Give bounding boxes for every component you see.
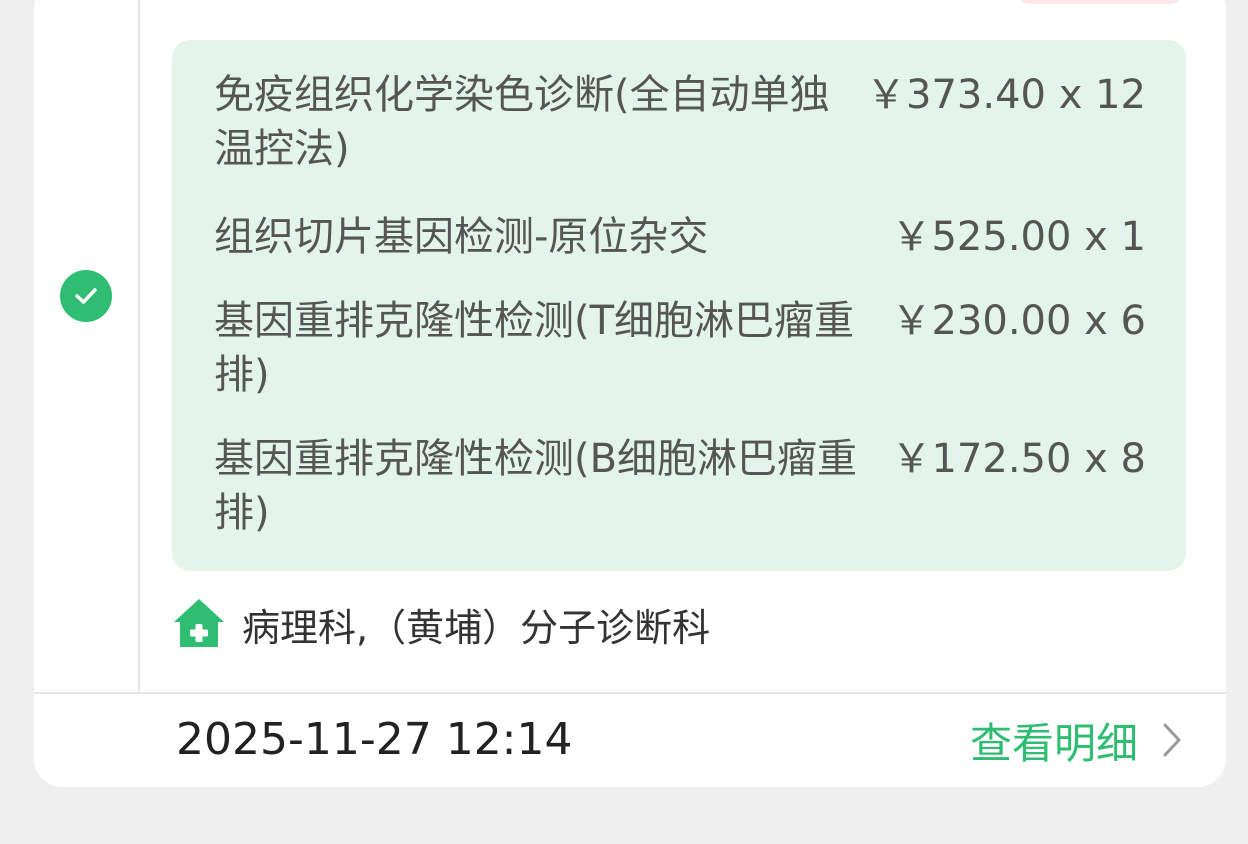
department-label: 病理科,（黄埔）分子诊断科	[242, 605, 711, 650]
item-price: ￥525.00 x 1	[891, 214, 1146, 260]
chevron-right-icon[interactable]	[1162, 722, 1182, 758]
list-item: 基因重排克隆性检测(T细胞淋巴瘤重排) ￥230.00 x 6	[214, 294, 1146, 402]
view-details-label[interactable]: 查看明细	[970, 710, 1138, 771]
item-name: 免疫组织化学染色诊断(全自动单独温控法)	[214, 72, 830, 172]
item-price: ￥230.00 x 6	[891, 298, 1146, 344]
order-card: 免疫组织化学染色诊断(全自动单独温控法) ￥373.40 x 12 组织切片基因…	[34, 0, 1226, 787]
hospital-icon	[172, 595, 226, 653]
item-name: 组织切片基因检测-原位杂交	[214, 214, 709, 260]
order-datetime: 2025-11-27 12:14	[176, 714, 573, 765]
status-tag	[1016, 0, 1184, 4]
list-item: 组织切片基因检测-原位杂交 ￥525.00 x 1	[214, 210, 1146, 264]
divider	[34, 692, 1226, 694]
view-details-link[interactable]: 查看明细	[970, 712, 1182, 768]
check-icon	[60, 270, 112, 322]
items-list: 免疫组织化学染色诊断(全自动单独温控法) ￥373.40 x 12 组织切片基因…	[172, 40, 1186, 571]
list-item: 免疫组织化学染色诊断(全自动单独温控法) ￥373.40 x 12	[214, 68, 1146, 176]
item-name: 基因重排克隆性检测(T细胞淋巴瘤重排)	[214, 298, 855, 398]
timeline-line	[138, 0, 140, 692]
department: 病理科,（黄埔）分子诊断科	[172, 594, 710, 654]
item-price: ￥172.50 x 8	[891, 436, 1146, 482]
item-price: ￥373.40 x 12	[866, 72, 1146, 118]
item-name: 基因重排克隆性检测(B细胞淋巴瘤重排)	[214, 436, 858, 536]
list-item: 基因重排克隆性检测(B细胞淋巴瘤重排) ￥172.50 x 8	[214, 432, 1146, 540]
